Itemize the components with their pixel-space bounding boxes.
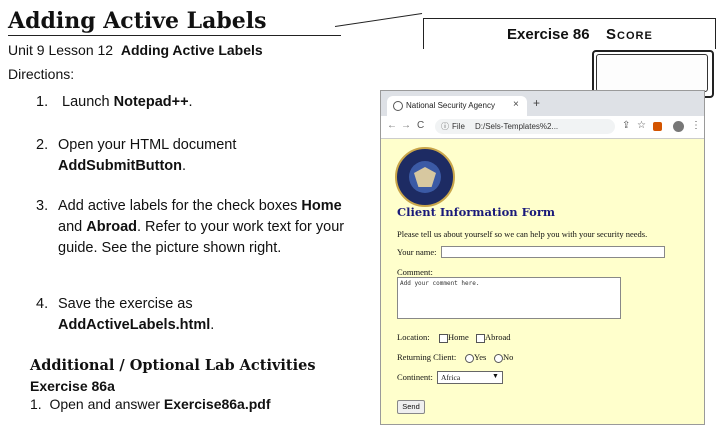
star-icon[interactable]: ☆: [637, 120, 646, 131]
exercise-86a-label: Exercise 86a: [30, 378, 115, 394]
form-intro: Please tell us about yourself so we can …: [397, 229, 648, 239]
continent-value: Africa: [441, 373, 461, 382]
step-text: .: [182, 158, 187, 174]
abroad-label[interactable]: Abroad: [485, 332, 511, 342]
additional-heading: Additional / Optional Lab Activities: [30, 357, 316, 374]
yes-label: Yes: [474, 352, 487, 362]
step-text: and: [58, 219, 87, 235]
yes-radio[interactable]: [465, 354, 474, 363]
name-input[interactable]: [441, 246, 665, 258]
continent-select[interactable]: Africa ▼: [437, 371, 503, 384]
address-bar: ← → C ⓘ File D:/Sels-Templates%2... ⇪ ☆ …: [381, 116, 704, 139]
step-text: .: [210, 317, 215, 333]
additional-item: 1. Open and answer Exercise86a.pdf: [30, 396, 271, 412]
continent-label: Continent:: [397, 372, 433, 382]
title-rule-slant: [334, 12, 423, 27]
comment-label: Comment:: [397, 267, 433, 277]
home-checkbox[interactable]: [439, 334, 448, 343]
step-text: Open your HTML document: [58, 137, 237, 153]
share-icon[interactable]: ⇪: [622, 120, 630, 131]
reload-icon[interactable]: C: [417, 120, 424, 131]
location-label: Location:: [397, 332, 430, 342]
info-icon: ⓘ: [441, 122, 449, 131]
item-text: Open and answer: [49, 396, 164, 412]
browser-window: National Security Agency × + ← → C ⓘ Fil…: [380, 90, 705, 425]
directions-label: Directions:: [8, 66, 75, 82]
forward-icon[interactable]: →: [401, 120, 411, 131]
profile-avatar[interactable]: [673, 121, 684, 132]
step-number: 3.: [36, 198, 49, 214]
title-rule: [8, 35, 341, 36]
close-icon[interactable]: ×: [513, 99, 519, 110]
step-text: Add active labels for the check boxes: [58, 198, 302, 214]
lesson-line: Unit 9 Lesson 12 Adding Active Labels: [8, 42, 263, 58]
no-label: No: [503, 352, 514, 362]
lesson-title: Adding Active Labels: [120, 42, 263, 58]
no-radio[interactable]: [494, 354, 503, 363]
comment-textarea[interactable]: Add your comment here.: [397, 277, 621, 319]
file-label: File: [452, 122, 465, 131]
step-bold: AddSubmitButton: [58, 158, 183, 174]
step-number: 4.: [36, 296, 49, 312]
step-number: 1.: [36, 94, 49, 110]
extension-icon[interactable]: [653, 122, 662, 131]
step-bold: Notepad++: [113, 94, 189, 110]
browser-tab[interactable]: National Security Agency ×: [387, 96, 527, 116]
menu-icon[interactable]: ⋮: [691, 120, 701, 131]
step-bold: Home: [301, 198, 342, 214]
nsa-seal-logo: [395, 147, 455, 207]
abroad-checkbox[interactable]: [476, 334, 485, 343]
tab-bar: National Security Agency × +: [381, 91, 704, 116]
web-page: Client Information Form Please tell us a…: [381, 139, 704, 424]
score-label: Score: [606, 26, 653, 43]
globe-icon: [393, 101, 403, 111]
item-bold: Exercise86a.pdf: [163, 396, 271, 412]
step-text: .: [188, 94, 193, 110]
send-button[interactable]: Send: [397, 400, 425, 414]
step-bold: AddActiveLabels.html: [58, 317, 211, 333]
step-text: Save the exercise as: [58, 296, 193, 312]
item-number: 1.: [30, 396, 42, 412]
monitor-screen: [596, 54, 708, 92]
tab-title: National Security Agency: [406, 101, 495, 110]
step-text: Launch: [62, 94, 114, 110]
unit-text: Unit 9 Lesson 12: [8, 42, 114, 58]
home-label[interactable]: Home: [448, 332, 469, 342]
name-label: Your name:: [397, 247, 437, 257]
returning-label: Returning Client:: [397, 352, 457, 362]
url-field[interactable]: ⓘ File D:/Sels-Templates%2...: [435, 119, 615, 134]
new-tab-icon[interactable]: +: [533, 96, 540, 110]
step-bold: Abroad: [86, 219, 137, 235]
url-text: D:/Sels-Templates%2...: [475, 122, 559, 131]
chevron-down-icon: ▼: [492, 372, 499, 380]
form-heading: Client Information Form: [397, 205, 556, 219]
page-title: Adding Active Labels: [8, 8, 267, 34]
step-number: 2.: [36, 137, 49, 153]
back-icon[interactable]: ←: [387, 120, 397, 131]
exercise-label: Exercise 86: [507, 26, 590, 43]
